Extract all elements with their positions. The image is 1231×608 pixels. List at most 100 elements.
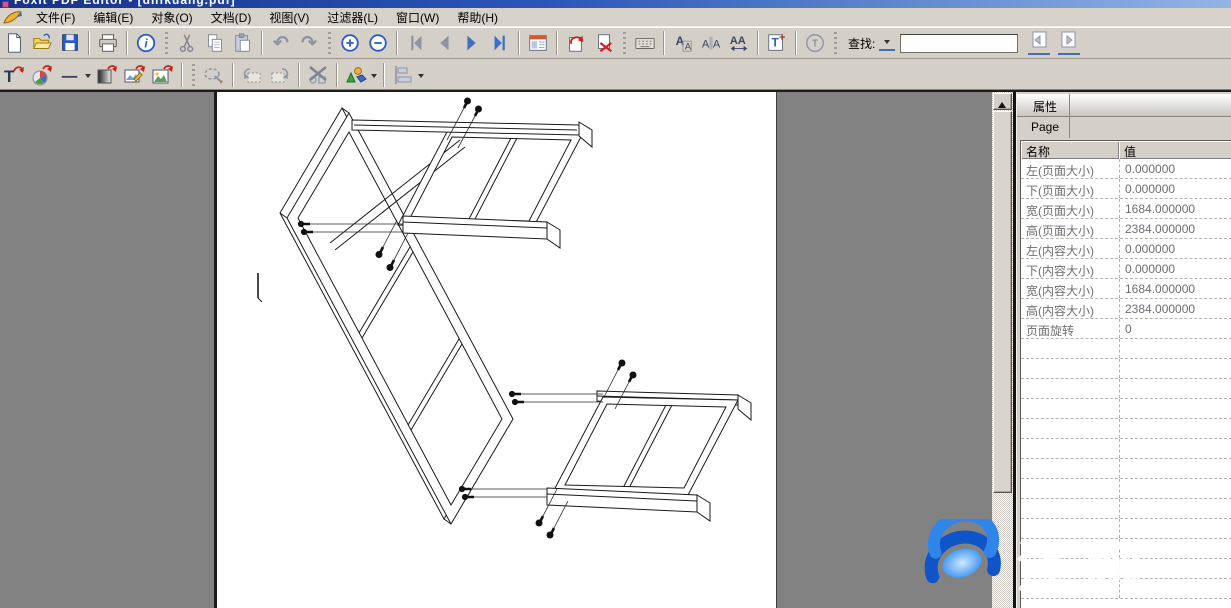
first-page-button[interactable] [402, 30, 430, 56]
copy-button[interactable] [201, 30, 229, 56]
edit-text-object-button[interactable]: T [0, 62, 28, 88]
empty-row [1021, 339, 1231, 359]
text-cursor-mark [258, 273, 262, 302]
text-circle-button[interactable]: T [801, 30, 829, 56]
delete-page-button[interactable] [590, 30, 618, 56]
property-value[interactable]: 2384.000000 [1119, 219, 1231, 238]
toolbar-grip[interactable] [328, 32, 331, 54]
toolbar-grip[interactable] [192, 64, 195, 86]
property-name: 页面旋转 [1021, 319, 1119, 338]
print-button[interactable] [94, 30, 122, 56]
replace-image-button[interactable] [149, 62, 177, 88]
tab-page[interactable]: Page [1021, 117, 1070, 138]
empty-row [1021, 579, 1231, 599]
insert-shape-button[interactable] [342, 62, 370, 88]
char-spacing-button[interactable]: AA [725, 30, 753, 56]
next-page-button[interactable] [458, 30, 486, 56]
rotate-left-icon [240, 63, 264, 87]
char-spacing-icon: AA [728, 32, 750, 54]
menu-document[interactable]: 文档(D) [202, 7, 261, 28]
panel-title[interactable]: 属性 [1021, 94, 1070, 118]
keyboard-button[interactable] [631, 30, 659, 56]
add-text-icon: T+ [766, 32, 788, 54]
scrollbar-thumb[interactable] [993, 111, 1012, 493]
properties-panel: 属性 Page 名称 值 左(页面大小) 0.000000 下(页面大小) 0.… [1016, 92, 1231, 608]
property-value[interactable]: 0.000000 [1119, 239, 1231, 258]
chevron-down-icon[interactable] [371, 74, 377, 81]
rotate-object-left-button[interactable] [238, 62, 266, 88]
add-text-button[interactable]: T+ [763, 30, 791, 56]
last-page-button[interactable] [486, 30, 514, 56]
page-form-icon [527, 32, 549, 54]
last-page-icon [489, 32, 511, 54]
empty-row [1021, 439, 1231, 459]
info-button[interactable]: i [132, 30, 160, 56]
empty-row [1021, 559, 1231, 579]
main-toolbar: i ↶ ↷ AA AA AA T+ T [0, 27, 1231, 59]
scroll-up-button[interactable] [993, 93, 1012, 110]
zoom-out-button[interactable] [364, 30, 392, 56]
save-button[interactable] [56, 30, 84, 56]
property-value[interactable]: 0.000000 [1119, 259, 1231, 278]
open-button[interactable] [28, 30, 56, 56]
object-toolbar: T [0, 60, 1231, 90]
page-properties-button[interactable] [524, 30, 552, 56]
menu-view[interactable]: 视图(V) [260, 7, 318, 28]
undo-button[interactable]: ↶ [267, 30, 295, 56]
menu-edit[interactable]: 编辑(E) [84, 7, 142, 28]
property-name: 宽(页面大小) [1021, 199, 1119, 218]
chevron-down-icon[interactable] [85, 74, 91, 81]
empty-row [1021, 379, 1231, 399]
find-previous-button[interactable] [1024, 31, 1054, 55]
find-input[interactable] [900, 34, 1018, 53]
redo-button[interactable]: ↷ [295, 30, 323, 56]
property-value[interactable]: 2384.000000 [1119, 299, 1231, 318]
menu-file[interactable]: 文件(F) [27, 7, 84, 28]
vertical-scrollbar[interactable] [992, 92, 1013, 608]
menu-filter[interactable]: 过滤器(L) [318, 7, 387, 28]
column-name: 名称 [1021, 141, 1119, 159]
edit-image-icon [123, 63, 147, 87]
toolbar-grip[interactable] [834, 32, 837, 54]
zoom-in-button[interactable] [336, 30, 364, 56]
property-name: 左(页面大小) [1021, 159, 1119, 178]
font-pair-button[interactable]: AA [697, 30, 725, 56]
edit-image-button[interactable] [121, 62, 149, 88]
find-next-underline [1058, 53, 1080, 55]
line-style-button[interactable] [56, 62, 84, 88]
new-document-button[interactable] [0, 30, 28, 56]
edit-color-button[interactable] [28, 62, 56, 88]
font-tool-button[interactable]: AA [669, 30, 697, 56]
rotate-object-right-button[interactable] [266, 62, 294, 88]
property-value[interactable]: 1684.000000 [1119, 199, 1231, 218]
align-tool-button[interactable] [389, 62, 417, 88]
chevron-down-icon[interactable] [418, 74, 424, 81]
scissors-icon [176, 32, 198, 54]
lasso-icon [202, 63, 226, 87]
find-next-icon [1057, 31, 1081, 51]
find-dropdown-button[interactable] [879, 35, 895, 51]
toolbar-grip[interactable] [165, 32, 168, 54]
delete-object-button[interactable] [304, 62, 332, 88]
prev-page-icon [433, 32, 455, 54]
prev-page-button[interactable] [430, 30, 458, 56]
gradient-icon [95, 63, 119, 87]
table-row: 高(页面大小) 2384.000000 [1021, 219, 1231, 239]
rotate-right-icon [268, 63, 292, 87]
edit-shading-button[interactable] [93, 62, 121, 88]
paste-button[interactable] [229, 30, 257, 56]
rotate-page-button[interactable] [562, 30, 590, 56]
lasso-tool-button[interactable] [200, 62, 228, 88]
property-value[interactable]: 0 [1119, 319, 1231, 338]
work-area: 属性 Page 名称 值 左(页面大小) 0.000000 下(页面大小) 0.… [0, 90, 1231, 608]
menu-help[interactable]: 帮助(H) [448, 7, 507, 28]
cut-button[interactable] [173, 30, 201, 56]
toolbar-grip[interactable] [623, 32, 626, 54]
property-value[interactable]: 0.000000 [1119, 179, 1231, 198]
document-page[interactable] [214, 92, 777, 608]
menu-window[interactable]: 窗口(W) [387, 7, 448, 28]
menu-object[interactable]: 对象(O) [142, 7, 201, 28]
find-next-button[interactable] [1054, 31, 1084, 55]
property-value[interactable]: 0.000000 [1119, 159, 1231, 178]
property-value[interactable]: 1684.000000 [1119, 279, 1231, 298]
